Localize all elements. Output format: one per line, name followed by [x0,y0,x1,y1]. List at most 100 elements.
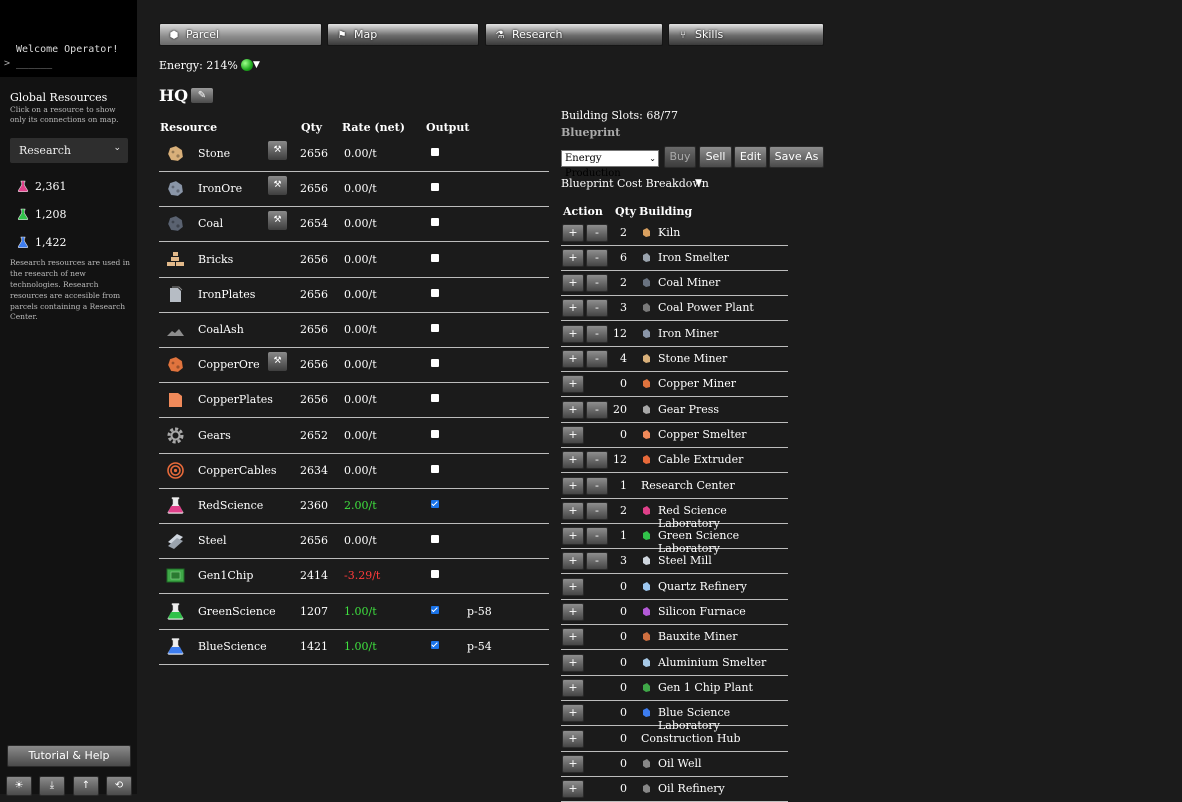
remove-building-button[interactable]: - [586,223,608,242]
output-checkbox[interactable] [431,500,439,508]
remove-building-button[interactable]: - [586,451,608,470]
add-building-button[interactable]: + [562,400,584,419]
tutorial-help-button[interactable]: Tutorial & Help [7,745,131,767]
remove-building-button[interactable]: - [586,350,608,368]
tab-parcel[interactable]: ⬢ Parcel [159,23,322,46]
sun-icon[interactable]: ☀ [6,776,32,796]
resource-row[interactable]: Gen1Chip 2414 -3.29/t [159,558,549,595]
add-building-button[interactable]: + [562,552,584,571]
resource-row[interactable]: CoalAsh 2656 0.00/t [159,312,549,348]
output-checkbox[interactable] [431,324,439,332]
add-building-button[interactable]: + [562,603,584,621]
output-checkbox[interactable] [431,288,439,297]
remove-building-button[interactable]: - [586,400,608,419]
resource-qty: 2656 [300,393,328,407]
remove-building-button[interactable]: - [586,552,608,571]
mine-button[interactable]: ⚒ [268,176,287,196]
resource-name: CoalAsh [198,323,244,336]
science-resource-item[interactable]: 1,422 [17,236,67,249]
resource-row[interactable]: Stone ⚒ 2656 0.00/t [159,136,549,172]
history-icon[interactable]: ⟲ [106,776,132,796]
remove-building-button[interactable]: - [586,299,608,318]
remove-building-button[interactable]: - [586,324,608,343]
remove-building-button[interactable]: - [586,248,608,267]
upload-icon[interactable]: ↑ [73,776,99,796]
add-building-button[interactable]: + [562,577,584,596]
add-building-button[interactable]: + [562,704,584,723]
resource-row[interactable]: Steel 2656 0.00/t [159,523,549,560]
gear-press-icon [641,404,652,415]
add-building-button[interactable]: + [562,324,584,343]
add-building-button[interactable]: + [562,248,584,267]
output-checkbox[interactable] [431,464,439,473]
science-resource-item[interactable]: 1,208 [17,208,67,221]
resource-row[interactable]: IronPlates 2656 0.00/t [159,277,549,313]
add-building-button[interactable]: + [562,350,584,368]
output-target: p-54 [467,639,492,653]
resource-row[interactable]: Bricks 2656 0.00/t [159,242,549,278]
resource-row[interactable]: Gears 2652 0.00/t [159,418,549,454]
caret-down-icon[interactable]: ▼ [695,178,702,188]
output-checkbox[interactable] [431,359,439,368]
output-checkbox[interactable] [431,183,439,192]
add-building-button[interactable]: + [562,375,584,394]
resource-row[interactable]: GreenScience 1207 1.00/t p-58 [159,594,549,630]
resource-row[interactable]: CopperPlates 2656 0.00/t [159,382,549,419]
add-building-button[interactable]: + [562,223,584,242]
blueprint-select[interactable]: Energy Production ⌄ [561,150,659,179]
add-building-button[interactable]: + [562,274,584,293]
resource-row[interactable]: IronOre ⚒ 2656 0.00/t [159,171,549,208]
output-checkbox[interactable] [431,640,439,649]
output-checkbox[interactable] [431,605,439,614]
add-building-button[interactable]: + [562,299,584,318]
blueprint-row: + -2 Kiln [561,220,788,246]
add-building-button[interactable]: + [562,451,584,470]
buy-button[interactable]: Buy [664,146,696,168]
resource-row[interactable]: CopperOre ⚒ 2656 0.00/t [159,347,549,384]
tab-research[interactable]: ⚗ Research [485,23,663,46]
add-building-button[interactable]: + [562,628,584,647]
output-checkbox[interactable] [431,535,439,544]
download-icon[interactable]: ⤓ [39,776,65,796]
output-checkbox[interactable] [431,429,439,438]
add-building-button[interactable]: + [562,754,584,773]
remove-building-button[interactable]: - [586,476,608,495]
add-building-button[interactable]: + [562,729,584,748]
add-building-button[interactable]: + [562,425,584,444]
add-building-button[interactable]: + [562,501,584,520]
sell-button[interactable]: Sell [699,146,732,168]
tab-skills[interactable]: ⑂ Skills [668,23,824,46]
mine-button[interactable]: ⚒ [268,141,287,160]
resource-row[interactable]: Coal ⚒ 2654 0.00/t [159,206,549,243]
resource-filter-select[interactable]: Research ⌄ [10,138,128,163]
add-building-button[interactable]: + [562,678,584,697]
output-checkbox[interactable] [431,218,439,227]
remove-building-button[interactable]: - [586,501,608,520]
edit-button[interactable]: Edit [734,146,767,168]
resource-rate: 0.00/t [344,323,377,336]
science-resource-item[interactable]: 2,361 [17,180,67,193]
add-building-button[interactable]: + [562,780,584,799]
mine-button[interactable]: ⚒ [268,352,287,372]
tree-icon: ⑂ [680,30,686,41]
resource-qty: 2652 [300,428,328,442]
add-building-button[interactable]: + [562,653,584,672]
building-name: Oil Refinery [658,782,725,796]
output-checkbox[interactable] [431,253,439,262]
output-checkbox[interactable] [431,148,439,156]
resource-row[interactable]: CopperCables 2634 0.00/t [159,453,549,489]
mine-button[interactable]: ⚒ [268,211,287,231]
building-name: Steel Mill [658,554,712,568]
remove-building-button[interactable]: - [586,274,608,293]
add-building-button[interactable]: + [562,476,584,495]
output-checkbox[interactable] [431,570,439,579]
resource-row[interactable]: BlueScience 1421 1.00/t p-54 [159,629,549,665]
resource-row[interactable]: RedScience 2360 2.00/t [159,488,549,524]
save-as-button[interactable]: Save As [769,146,824,168]
tab-map[interactable]: ⚑ Map [327,23,479,46]
output-checkbox[interactable] [431,394,439,403]
caret-down-icon[interactable]: ▼ [253,60,260,70]
edit-name-button[interactable]: ✎ [191,88,213,103]
remove-building-button[interactable]: - [586,527,608,546]
add-building-button[interactable]: + [562,527,584,546]
